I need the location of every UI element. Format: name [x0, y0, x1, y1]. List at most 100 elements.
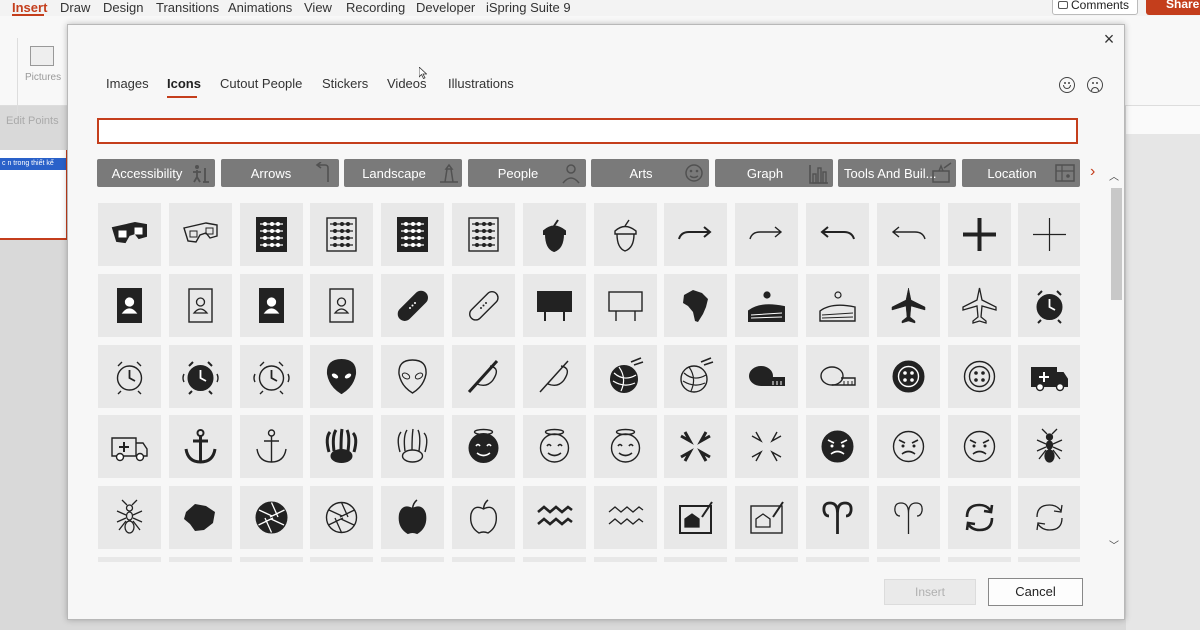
icon-tile[interactable] [664, 486, 727, 549]
scroll-down-icon[interactable]: ﹀ [1109, 537, 1119, 552]
icon-tile[interactable] [381, 415, 444, 478]
icon-tile[interactable] [98, 345, 161, 408]
icon-tile[interactable] [452, 415, 515, 478]
icon-tile[interactable] [169, 415, 232, 478]
icon-tile[interactable] [664, 274, 727, 337]
category-people[interactable]: People [468, 159, 586, 187]
icon-tile[interactable] [664, 345, 727, 408]
ribbon-tab-design[interactable]: Design [103, 0, 143, 15]
tab-icons[interactable]: Icons [167, 76, 201, 91]
icon-tile[interactable] [877, 203, 940, 266]
icon-tile[interactable] [452, 486, 515, 549]
icon-tile[interactable] [169, 203, 232, 266]
icon-tile[interactable] [452, 203, 515, 266]
icon-tile[interactable] [1018, 486, 1080, 549]
icon-tile[interactable] [664, 557, 727, 562]
icon-tile[interactable] [240, 415, 303, 478]
icon-tile[interactable] [877, 274, 940, 337]
icon-tile[interactable] [948, 557, 1011, 562]
share-button[interactable]: Share [1146, 0, 1200, 15]
icon-tile[interactable] [806, 486, 869, 549]
scroll-up-icon[interactable]: ︿ [1109, 168, 1119, 183]
tab-images[interactable]: Images [106, 76, 149, 91]
icon-tile[interactable] [169, 486, 232, 549]
icon-tile[interactable] [735, 486, 798, 549]
icon-tile[interactable] [452, 557, 515, 562]
icon-tile[interactable] [169, 557, 232, 562]
icon-tile[interactable] [98, 274, 161, 337]
smile-feedback-icon[interactable] [1059, 77, 1075, 93]
icon-tile[interactable] [877, 415, 940, 478]
icon-tile[interactable] [948, 486, 1011, 549]
chevron-right-icon[interactable]: › [1090, 163, 1095, 181]
icon-tile[interactable] [523, 203, 586, 266]
icon-tile[interactable] [735, 274, 798, 337]
category-graph[interactable]: Graph [715, 159, 833, 187]
icon-tile[interactable] [594, 345, 657, 408]
icon-tile[interactable] [664, 203, 727, 266]
icon-tile[interactable] [877, 486, 940, 549]
icon-tile[interactable] [806, 415, 869, 478]
insert-button[interactable]: Insert [884, 579, 976, 605]
icon-tile[interactable] [240, 274, 303, 337]
tab-stickers[interactable]: Stickers [322, 76, 368, 91]
frown-feedback-icon[interactable] [1087, 77, 1103, 93]
icon-tile[interactable] [240, 486, 303, 549]
pictures-label[interactable]: Pictures [25, 72, 61, 83]
category-landscape[interactable]: Landscape [344, 159, 462, 187]
icon-tile[interactable] [381, 203, 444, 266]
icon-tile[interactable] [664, 415, 727, 478]
ribbon-tab-recording[interactable]: Recording [346, 0, 405, 15]
icon-tile[interactable] [98, 415, 161, 478]
edit-points-button[interactable]: Edit Points [6, 115, 59, 127]
icon-tile[interactable] [240, 203, 303, 266]
icon-tile[interactable] [310, 203, 373, 266]
icon-tile[interactable] [169, 274, 232, 337]
icon-tile[interactable] [806, 345, 869, 408]
icon-tile[interactable] [594, 557, 657, 562]
icon-tile[interactable] [310, 486, 373, 549]
ribbon-tab-developer[interactable]: Developer [416, 0, 475, 15]
icon-tile[interactable] [735, 415, 798, 478]
category-arrows[interactable]: Arrows [221, 159, 339, 187]
icon-tile[interactable] [98, 486, 161, 549]
icon-tile[interactable] [1018, 557, 1080, 562]
icon-tile[interactable] [381, 486, 444, 549]
icon-tile[interactable] [948, 203, 1011, 266]
icon-tile[interactable] [735, 203, 798, 266]
icon-tile[interactable] [240, 345, 303, 408]
category-tools-and-building[interactable]: Tools And Buil... [838, 159, 956, 187]
icon-tile[interactable] [310, 557, 373, 562]
icon-tile[interactable] [594, 486, 657, 549]
ribbon-tab-transitions[interactable]: Transitions [156, 0, 219, 15]
icon-tile[interactable] [948, 415, 1011, 478]
cancel-button[interactable]: Cancel [988, 578, 1083, 606]
scrollbar-thumb[interactable] [1111, 188, 1122, 300]
tab-cutout-people[interactable]: Cutout People [220, 76, 302, 91]
icon-tile[interactable] [310, 274, 373, 337]
icon-tile[interactable] [523, 415, 586, 478]
icon-tile[interactable] [381, 345, 444, 408]
icon-tile[interactable] [523, 557, 586, 562]
icon-tile[interactable] [594, 415, 657, 478]
ribbon-tab-view[interactable]: View [304, 0, 332, 15]
icon-tile[interactable] [948, 274, 1011, 337]
icon-tile[interactable] [98, 203, 161, 266]
icon-tile[interactable] [806, 557, 869, 562]
ribbon-tab-insert[interactable]: Insert [12, 0, 47, 15]
icon-tile[interactable] [735, 557, 798, 562]
icon-tile[interactable] [523, 345, 586, 408]
icon-tile[interactable] [877, 345, 940, 408]
comments-button[interactable]: Comments [1052, 0, 1138, 15]
ribbon-tab-ispring[interactable]: iSpring Suite 9 [486, 0, 571, 15]
category-location[interactable]: Location [962, 159, 1080, 187]
icon-tile[interactable] [381, 274, 444, 337]
ribbon-tab-animations[interactable]: Animations [228, 0, 292, 15]
slide-thumbnail[interactable]: c n trong thiết kế [0, 150, 68, 240]
icon-tile[interactable] [806, 274, 869, 337]
close-icon[interactable]: × [1099, 29, 1119, 49]
icon-tile[interactable] [594, 274, 657, 337]
icon-tile[interactable] [948, 345, 1011, 408]
icon-tile[interactable] [98, 557, 161, 562]
tab-illustrations[interactable]: Illustrations [448, 76, 514, 91]
